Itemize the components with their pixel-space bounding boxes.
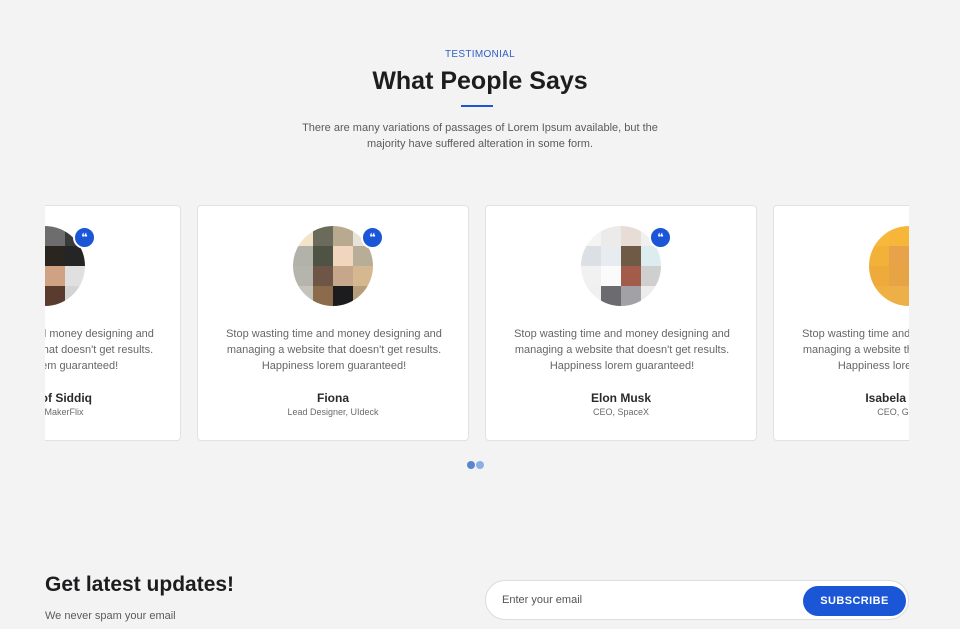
newsletter-subtitle: We never spam your email bbox=[45, 610, 176, 622]
section-title: What People Says bbox=[372, 67, 588, 95]
avatar-pixel bbox=[333, 246, 353, 266]
testimonial-quote: Stop wasting time and money designing an… bbox=[514, 328, 730, 372]
avatar-pixel bbox=[333, 266, 353, 286]
avatar-pixel bbox=[313, 246, 333, 266]
newsletter-title: Get latest updates! bbox=[45, 573, 235, 596]
avatar-pixel bbox=[621, 246, 641, 266]
avatar-pixel bbox=[889, 246, 909, 266]
avatar-pixel bbox=[45, 246, 65, 266]
avatar-pixel bbox=[333, 286, 353, 306]
avatar-pixel bbox=[621, 226, 641, 246]
testimonial-name: Elon Musk bbox=[590, 391, 651, 405]
testimonial-card[interactable]: ❝ Stop wasting time and money designing … bbox=[485, 205, 757, 441]
testimonial-role: Founder, MakerFlix bbox=[45, 407, 84, 417]
quote-icon: ❝ bbox=[73, 226, 96, 249]
carousel-pagination bbox=[467, 461, 485, 479]
avatar-pixel bbox=[869, 286, 889, 306]
testimonial-name: Isabela Moreira bbox=[865, 391, 909, 405]
testimonial-role: CEO, SpaceX bbox=[592, 407, 650, 417]
avatar-pixel bbox=[641, 286, 661, 306]
carousel-dot[interactable] bbox=[467, 461, 475, 469]
avatar-pixel bbox=[601, 246, 621, 266]
avatar-pixel bbox=[869, 226, 889, 246]
avatar-pixel bbox=[293, 246, 313, 266]
quote-icon: ❝ bbox=[649, 226, 672, 249]
title-underline bbox=[461, 105, 493, 107]
avatar-pixel bbox=[65, 266, 85, 286]
newsletter-form: SUBSCRIBE bbox=[485, 580, 909, 620]
avatar-pixel bbox=[353, 286, 373, 306]
avatar-pixel bbox=[293, 266, 313, 286]
section-eyebrow: TESTIMONIAL bbox=[445, 49, 515, 60]
avatar-pixel bbox=[313, 266, 333, 286]
testimonial-carousel[interactable]: ❝ Stop wasting time and money designing … bbox=[45, 205, 909, 443]
avatar-pixel bbox=[869, 266, 889, 286]
avatar-pixel bbox=[45, 266, 65, 286]
testimonial-card[interactable]: ❝ Stop wasting time and money designing … bbox=[197, 205, 469, 441]
avatar-pixel bbox=[869, 246, 889, 266]
avatar-pixel bbox=[641, 246, 661, 266]
avatar-pixel bbox=[353, 266, 373, 286]
avatar-pixel bbox=[333, 226, 353, 246]
testimonial-name: Fiona bbox=[317, 391, 349, 405]
testimonial-quote: Stop wasting time and money designing an… bbox=[45, 328, 154, 372]
carousel-dot[interactable] bbox=[476, 461, 484, 469]
avatar-pixel bbox=[601, 286, 621, 306]
avatar-pixel bbox=[293, 226, 313, 246]
avatar-pixel bbox=[581, 226, 601, 246]
testimonial-role: Lead Designer, UIdeck bbox=[287, 407, 379, 417]
section-subtitle: There are many variations of passages of… bbox=[302, 122, 658, 150]
avatar-pixel bbox=[889, 266, 909, 286]
avatar-pixel bbox=[45, 286, 65, 306]
avatar-pixel bbox=[601, 226, 621, 246]
testimonial-card[interactable]: ❝ Stop wasting time and money designing … bbox=[773, 205, 909, 441]
avatar-pixel bbox=[889, 226, 909, 246]
avatar-pixel bbox=[353, 246, 373, 266]
avatar-pixel bbox=[641, 266, 661, 286]
subscribe-button[interactable]: SUBSCRIBE bbox=[803, 586, 906, 616]
testimonial-card[interactable]: ❝ Stop wasting time and money designing … bbox=[45, 205, 181, 441]
avatar-pixel bbox=[581, 286, 601, 306]
testimonial-role: CEO, Graygrids bbox=[877, 407, 909, 417]
quote-icon: ❝ bbox=[361, 226, 384, 249]
testimonial-quote: Stop wasting time and money designing an… bbox=[802, 328, 909, 372]
avatar-pixel bbox=[313, 286, 333, 306]
email-input[interactable] bbox=[502, 581, 792, 619]
avatar bbox=[869, 226, 909, 306]
avatar-pixel bbox=[65, 286, 85, 306]
avatar-pixel bbox=[65, 246, 85, 266]
testimonial-name: Musharof Siddiq bbox=[45, 391, 92, 405]
avatar-pixel bbox=[45, 226, 65, 246]
avatar-pixel bbox=[581, 266, 601, 286]
avatar-pixel bbox=[293, 286, 313, 306]
avatar-pixel bbox=[621, 266, 641, 286]
avatar-pixel bbox=[601, 266, 621, 286]
avatar-pixel bbox=[889, 286, 909, 306]
testimonial-quote: Stop wasting time and money designing an… bbox=[226, 328, 442, 372]
avatar-pixel bbox=[621, 286, 641, 306]
avatar-pixel bbox=[581, 246, 601, 266]
avatar-pixel bbox=[313, 226, 333, 246]
